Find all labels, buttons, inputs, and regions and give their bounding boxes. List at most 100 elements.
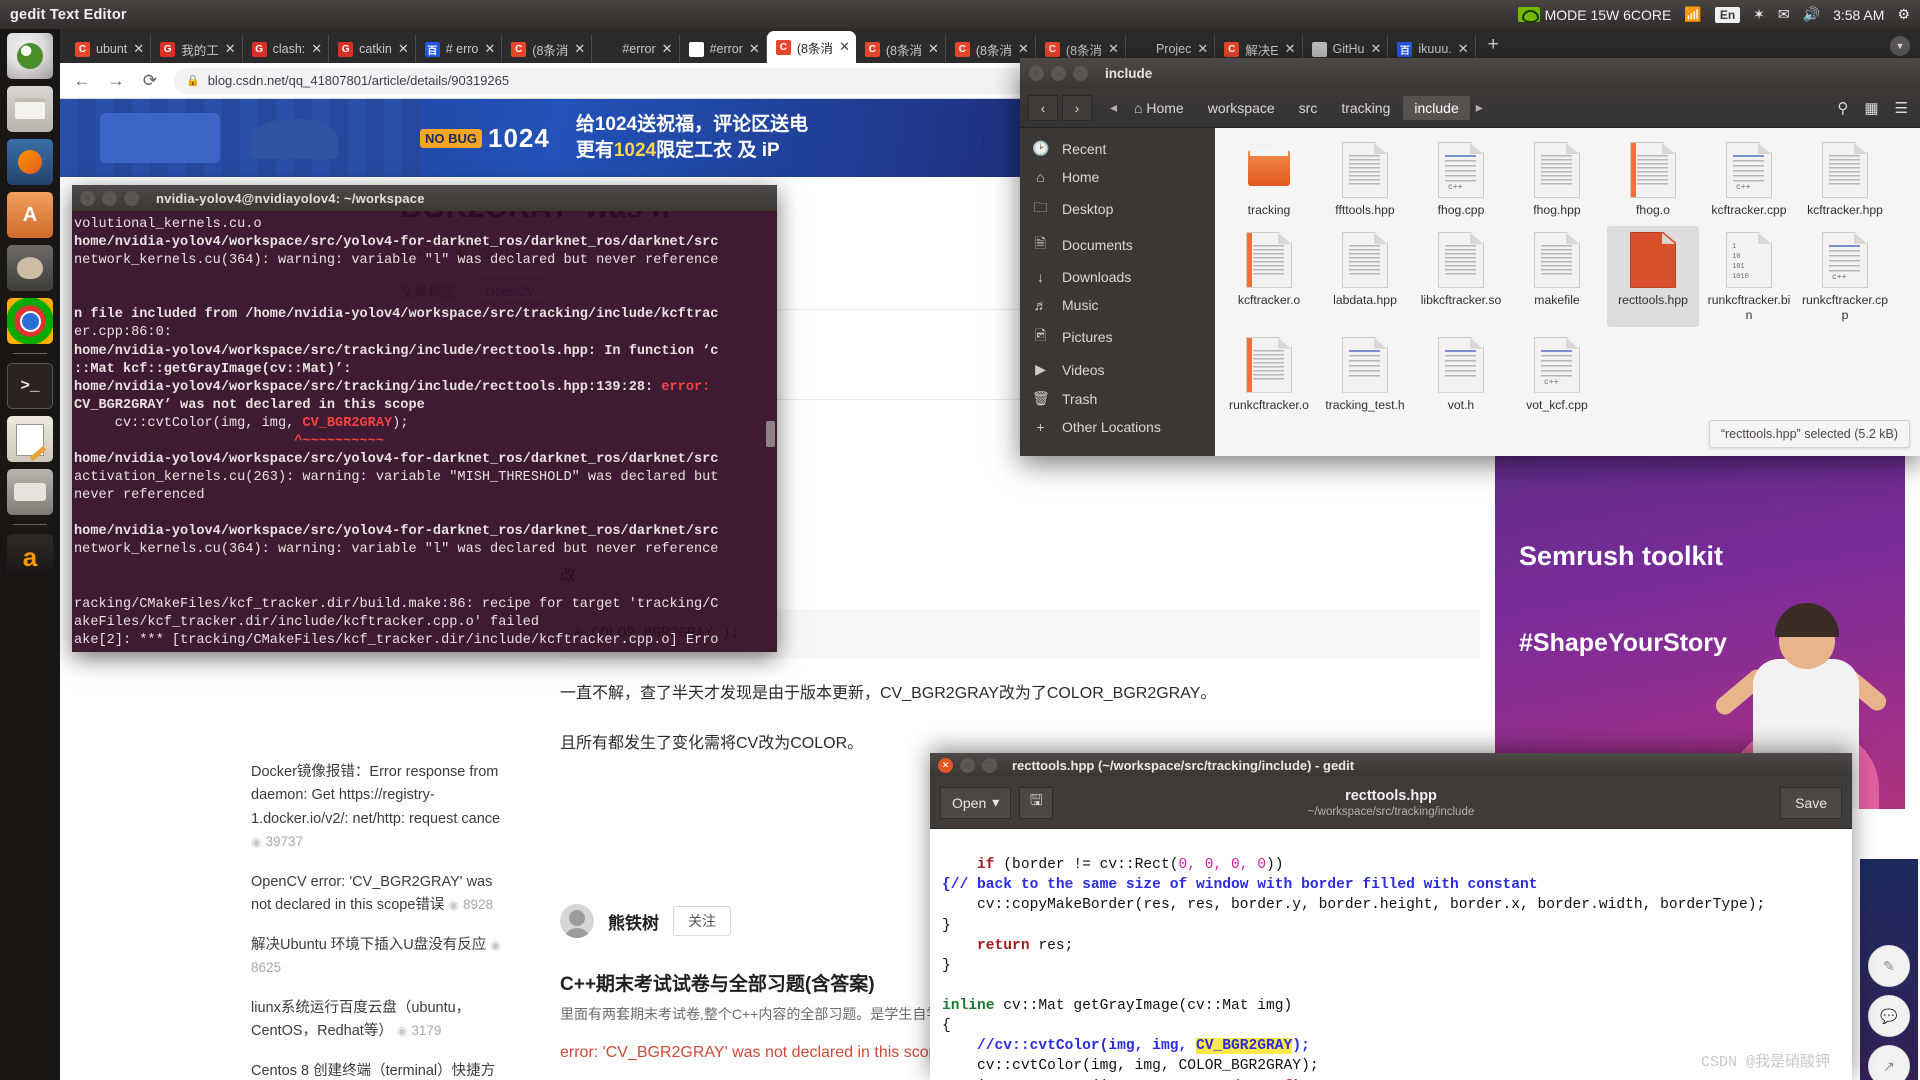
breadcrumb-prev-icon[interactable]: ◂	[1106, 95, 1121, 120]
breadcrumb-item-include[interactable]: include	[1403, 95, 1470, 120]
maximize-icon[interactable]: □	[124, 190, 139, 206]
gedit-editor-area[interactable]: if (border != cv::Rect(0, 0, 0, 0)) {// …	[930, 829, 1852, 1080]
file-item[interactable]: vot.h	[1415, 331, 1507, 417]
close-icon[interactable]: ✕	[928, 41, 939, 57]
file-item[interactable]: kcftracker.hpp	[1799, 136, 1891, 222]
file-manager-titlebar[interactable]: ✕ – □ include	[1020, 58, 1920, 88]
browser-tab-7[interactable]: < #error ✕	[680, 35, 767, 63]
reload-icon[interactable]: ⟳	[140, 71, 160, 91]
new-tab-button[interactable]: +	[1476, 34, 1509, 59]
forward-icon[interactable]: →	[106, 71, 126, 91]
file-item[interactable]: runkcftracker.o	[1223, 331, 1315, 417]
launcher-gimp-icon[interactable]	[7, 245, 53, 291]
rail-share-icon[interactable]: ↗	[1868, 1045, 1910, 1080]
file-item[interactable]: fhog.hpp	[1511, 136, 1603, 222]
sidebar-item-recent[interactable]: 🕑 Recent	[1020, 134, 1215, 163]
close-icon[interactable]: ✕	[398, 41, 409, 57]
file-item[interactable]: tracking	[1223, 136, 1315, 222]
browser-tab-2[interactable]: Gclash: ✕	[243, 35, 330, 63]
minimize-icon[interactable]: –	[1051, 65, 1066, 81]
breadcrumb-item-tracking[interactable]: tracking	[1330, 96, 1401, 120]
sidebar-item-other-locations[interactable]: + Other Locations	[1020, 413, 1215, 441]
breadcrumb-next-icon[interactable]: ▸	[1472, 95, 1487, 120]
browser-tab-9[interactable]: C (8条消 ✕	[856, 35, 946, 63]
launcher-files-icon[interactable]	[7, 86, 53, 132]
terminal-output[interactable]: volutional_kernels.cu.o home/nvidia-yolov…	[72, 211, 777, 652]
breadcrumb-item-workspace[interactable]: workspace	[1197, 96, 1286, 120]
file-item[interactable]: makefile	[1511, 226, 1603, 327]
close-icon[interactable]: ✕	[1371, 41, 1382, 57]
browser-tab-1[interactable]: G 我的工 ✕	[151, 35, 243, 63]
file-item[interactable]: c++ runkcftracker.cpp	[1799, 226, 1891, 327]
breadcrumb-item-src[interactable]: src	[1288, 96, 1329, 120]
clock-label[interactable]: 3:58 AM	[1833, 7, 1884, 23]
open-button[interactable]: Open ▾	[940, 786, 1012, 819]
file-item[interactable]: c++ kcftracker.cpp	[1703, 136, 1795, 222]
back-icon[interactable]: ‹	[1028, 94, 1058, 121]
file-item[interactable]: libkcftracker.so	[1415, 226, 1507, 327]
sidebar-item-videos[interactable]: ▶ Videos	[1020, 355, 1215, 384]
browser-tab-0[interactable]: Cubunt ✕	[66, 35, 152, 63]
sidebar-post-item[interactable]: liunx系统运行百度云盘（ubuntu，CentOS，Redhat等） ◉ 3…	[251, 997, 509, 1044]
sidebar-post-item[interactable]: Docker镜像报错：Error response from daemon: G…	[251, 761, 509, 855]
related-post-title[interactable]: C++期末考试试卷与全部习题(含答案)	[560, 969, 875, 996]
mail-icon[interactable]: ✉	[1778, 6, 1790, 23]
sidebar-item-pictures[interactable]: 🖻 Pictures	[1020, 319, 1215, 355]
terminal-titlebar[interactable]: ✕ – □ nvidia-yolov4@nvidiayolov4: ~/work…	[72, 185, 777, 211]
launcher-disk-icon[interactable]	[7, 469, 53, 515]
sidebar-item-trash[interactable]: 🗑 Trash	[1020, 384, 1215, 413]
close-icon[interactable]: ✕	[574, 41, 585, 57]
scrollbar[interactable]	[766, 421, 775, 447]
save-button[interactable]: Save	[1780, 786, 1842, 819]
close-icon[interactable]: ✕	[1458, 41, 1469, 57]
sidebar-item-home[interactable]: ⌂ Home	[1020, 163, 1215, 191]
close-icon[interactable]: ✕	[749, 41, 760, 57]
sidebar-post-item[interactable]: OpenCV error: 'CV_BGR2GRAY' was not decl…	[251, 871, 509, 918]
sidebar-item-music[interactable]: ♬ Music	[1020, 291, 1215, 319]
launcher-firefox-icon[interactable]	[7, 139, 53, 185]
launcher-ubuntu-software-icon[interactable]	[7, 192, 53, 238]
close-icon[interactable]: ✕	[1018, 41, 1029, 57]
browser-tab-8[interactable]: C (8条消 ✕	[766, 31, 856, 63]
rail-edit-icon[interactable]: ✎	[1868, 945, 1910, 987]
launcher-gedit-icon[interactable]	[7, 416, 53, 462]
file-item[interactable]: c++ fhog.cpp	[1415, 136, 1507, 222]
keyboard-layout-indicator[interactable]: En	[1714, 6, 1741, 23]
file-item[interactable]: ffttools.hpp	[1319, 136, 1411, 222]
back-icon[interactable]: ←	[72, 71, 92, 91]
close-icon[interactable]: ✕	[225, 41, 236, 57]
volume-icon[interactable]: 🔊	[1803, 6, 1820, 23]
close-icon[interactable]: ✕	[1197, 41, 1208, 57]
breadcrumb-item-home[interactable]: ⌂ Home	[1123, 96, 1195, 120]
power-gear-icon[interactable]: ⚙	[1897, 6, 1910, 23]
author-name[interactable]: 熊铁树	[608, 909, 659, 934]
launcher-chrome-icon[interactable]	[7, 298, 53, 344]
file-list-area[interactable]: tracking ffttools.hpp c++ fhog.cpp fhog.hpp f…	[1215, 128, 1920, 456]
follow-button[interactable]: 关注	[673, 906, 731, 936]
nvidia-tray-item[interactable]: MODE 15W 6CORE	[1517, 7, 1671, 23]
browser-tab-3[interactable]: Gcatkin ✕	[329, 35, 416, 63]
maximize-icon[interactable]: □	[1073, 65, 1088, 81]
file-item[interactable]: labdata.hpp	[1319, 226, 1411, 327]
launcher-amazon-icon[interactable]	[7, 534, 53, 580]
file-item[interactable]: 1 10 101 1010 runkcftracker.bin	[1703, 226, 1795, 327]
minimize-icon[interactable]: –	[960, 757, 975, 773]
gedit-titlebar[interactable]: ✕ – □ recttools.hpp (~/workspace/src/tra…	[930, 753, 1852, 777]
close-icon[interactable]: ✕	[311, 41, 322, 57]
file-item[interactable]: kcftracker.o	[1223, 226, 1315, 327]
close-icon[interactable]: ✕	[1285, 41, 1296, 57]
related-error-title[interactable]: error: 'CV_BGR2GRAY' was not declared in…	[560, 1044, 946, 1062]
rail-comment-icon[interactable]: 💬	[1868, 995, 1910, 1037]
tab-list-chevron-icon[interactable]: ▼	[1890, 36, 1910, 56]
browser-tab-4[interactable]: 百 # erro ✕	[416, 35, 503, 63]
view-toggle-icon[interactable]: ▦	[1864, 99, 1878, 117]
browser-tab-5[interactable]: C (8条消 ✕	[502, 35, 593, 63]
close-icon[interactable]: ✕	[80, 190, 95, 206]
close-icon[interactable]: ✕	[1029, 65, 1044, 81]
advertisement-banner[interactable]: with the 50 in 1 Semrush toolkit #ShapeY…	[1495, 409, 1905, 809]
sidebar-post-item[interactable]: Centos 8 创建终端（terminal）快捷方式 ◉ 2874	[251, 1060, 509, 1080]
file-item[interactable]: fhog.o	[1607, 136, 1699, 222]
sidebar-post-item[interactable]: 解决Ubuntu 环境下插入U盘没有反应 ◉ 8625	[251, 934, 509, 981]
forward-icon[interactable]: ›	[1062, 94, 1092, 121]
sidebar-item-downloads[interactable]: ↓ Downloads	[1020, 263, 1215, 291]
